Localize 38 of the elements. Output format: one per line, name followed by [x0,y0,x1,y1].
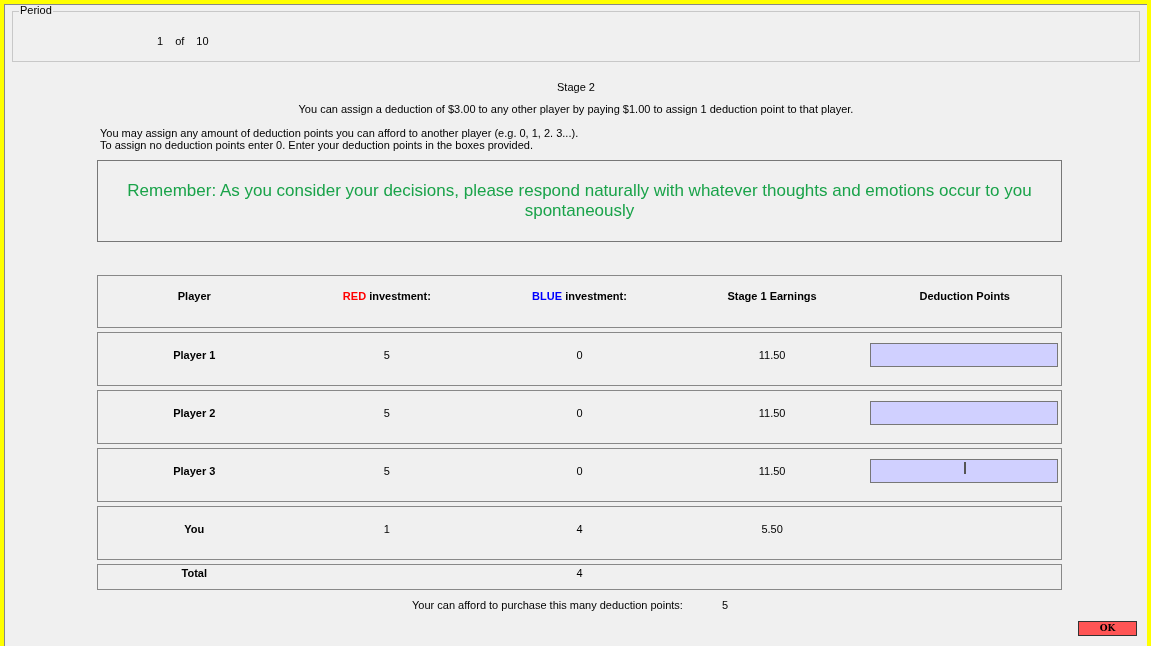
column-header: BLUE investment: [532,289,627,305]
column-header: RED investment: [342,289,431,305]
earnings: 11.50 [758,463,786,479]
player-name: You [184,521,205,537]
period-current: 1 [157,36,164,47]
earnings: 5.50 [761,521,783,537]
player-name: Player 1 [173,347,216,363]
ok-button[interactable]: OK [1078,621,1137,636]
total-value: 4 [576,566,583,581]
investment-value: 1 [383,521,390,537]
investment-value: 0 [576,347,583,363]
column-header: Player [177,289,211,305]
instruction-text: To assign no deduction points enter 0. Enter your deduction points in the boxes provided. [100,139,534,151]
period-legend: Period [19,5,53,16]
total-label: Total [181,566,208,581]
player-name: Player 3 [173,463,216,479]
column-header: Stage 1 Earnings [727,289,817,305]
investment-value: 4 [576,521,583,537]
period-of: of [175,36,185,47]
stage-title: Stage 2 [557,81,595,93]
instruction-text: You may assign any amount of deduction points you can afford to another player (e.g. 0, 1, 2. 3...). [100,127,580,139]
earnings: 11.50 [758,347,786,363]
investment-value: 5 [383,347,390,363]
investment-value: 0 [576,405,583,421]
earnings: 11.50 [758,405,786,421]
investment-value: 0 [576,463,583,479]
player-name: Player 2 [173,405,216,421]
period-total: 10 [196,36,209,47]
column-header: Deduction Points [919,289,1010,305]
reminder-text: Remember: As you consider your decisions, please respond naturally with whatever thoughts and emotions occur to you spontaneously [126,181,1033,221]
deduction-input[interactable] [870,401,1058,425]
investment-value: 5 [383,463,390,479]
deduction-input[interactable] [870,459,1058,483]
afford-label: Your can afford to purchase this many deduction points: [412,600,683,611]
afford-value: 5 [721,600,729,611]
investment-value: 5 [383,405,390,421]
rule-text: You can assign a deduction of $3.00 to any other player by paying $1.00 to assign 1 deduction point to that player. [298,103,854,115]
deduction-input[interactable] [870,343,1058,367]
